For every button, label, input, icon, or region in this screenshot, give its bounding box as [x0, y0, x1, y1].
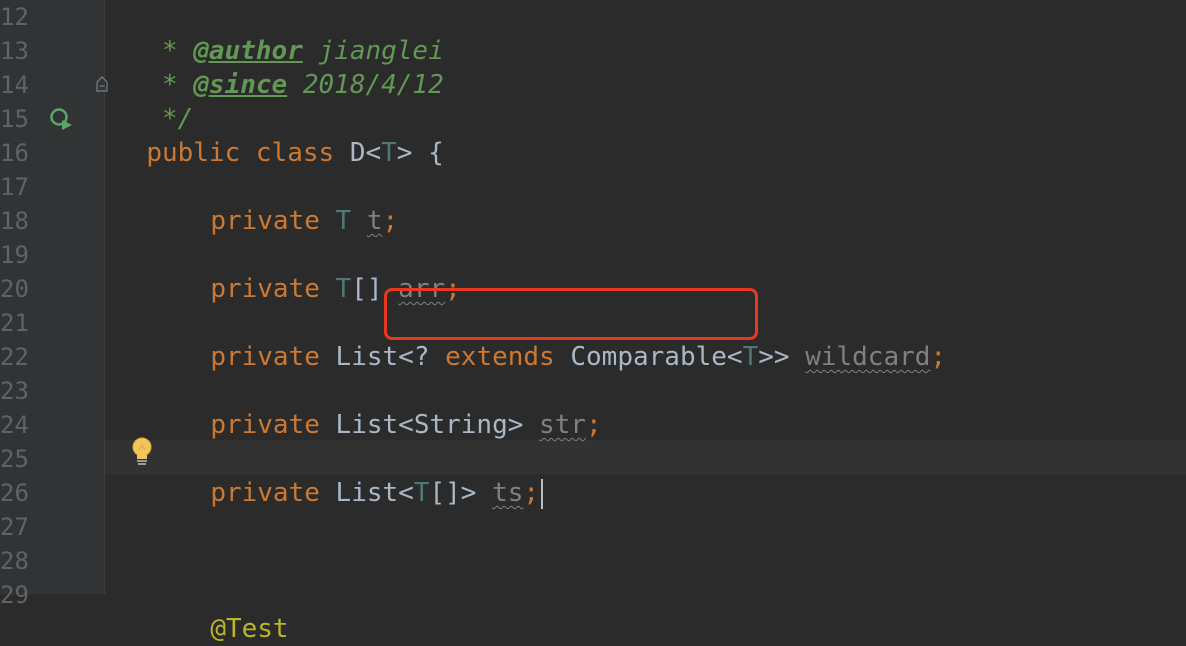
keyword-private: private — [210, 274, 320, 304]
line-number: 22 — [0, 343, 29, 371]
semicolon: ; — [930, 342, 947, 372]
semicolon: ; — [586, 410, 602, 440]
keyword-public: public — [146, 138, 241, 168]
type-param: T — [335, 274, 352, 304]
code-line-17[interactable]: private T t; — [179, 170, 398, 236]
class-name: D< — [349, 138, 382, 168]
keyword-private: private — [210, 410, 320, 440]
type-param: T — [381, 138, 397, 168]
line-number: 26 — [0, 479, 29, 507]
code-line-29[interactable]: @Test — [179, 578, 288, 644]
array-generic-close: []> — [429, 478, 477, 508]
line-number: 25 — [0, 445, 29, 473]
text-caret — [541, 478, 544, 509]
field-name: str — [539, 410, 587, 440]
line-number: 12 — [0, 3, 29, 31]
annotation-test: @Test — [210, 614, 289, 644]
type-param: T — [413, 478, 430, 508]
code-line-15[interactable]: public class D<T> { — [115, 102, 443, 168]
code-line-13[interactable]: * @since 2018/4/12 — [115, 34, 444, 100]
line-number: 17 — [0, 173, 29, 201]
code-line-12[interactable]: * @author jianglei — [115, 0, 444, 66]
line-number: 13 — [0, 37, 29, 65]
code-line-23[interactable]: private List<String> str; — [179, 374, 601, 440]
keyword-private: private — [210, 206, 320, 236]
code-line-19[interactable]: private T[] arr; — [179, 238, 460, 304]
line-number: 24 — [0, 411, 29, 439]
line-number: 14 — [0, 71, 29, 99]
keyword-private: private — [210, 478, 320, 508]
code-line-25[interactable]: private List<T[]> ts; — [179, 442, 544, 509]
line-number: 29 — [0, 581, 29, 609]
type-param: T — [742, 342, 759, 372]
line-number: 19 — [0, 241, 29, 269]
keyword-extends: extends — [445, 342, 555, 372]
fold-icon[interactable] — [96, 76, 108, 92]
line-number: 23 — [0, 377, 29, 405]
code-line-14[interactable]: */ — [115, 68, 193, 134]
javadoc-since-value: 2018/4/12 — [287, 70, 444, 100]
line-number: 18 — [0, 207, 29, 235]
line-number: 15 — [0, 105, 29, 133]
type-param: T — [335, 206, 352, 236]
comparable-type: Comparable< — [570, 342, 743, 372]
lightbulb-icon[interactable] — [130, 436, 154, 468]
list-type: List<String> — [335, 410, 524, 440]
list-type: List< — [335, 478, 414, 508]
keyword-class: class — [255, 138, 335, 168]
line-number: 27 — [0, 513, 29, 541]
generic-close: >> — [758, 342, 790, 372]
field-name: wildcard — [805, 342, 931, 372]
line-number: 16 — [0, 139, 29, 167]
javadoc-since-tag: @since — [193, 70, 288, 100]
wildcard-question: ? — [413, 342, 430, 372]
field-name: t — [366, 206, 383, 236]
semicolon: ; — [523, 478, 540, 508]
keyword-private: private — [210, 342, 320, 372]
wildcard-highlight-box — [384, 288, 758, 340]
list-type: List< — [335, 342, 414, 372]
line-number: 28 — [0, 547, 29, 575]
line-number: 21 — [0, 309, 29, 337]
line-number: 20 — [0, 275, 29, 303]
array-brackets: [] — [351, 274, 383, 304]
field-name: ts — [492, 478, 524, 508]
class-open: > { — [396, 138, 444, 168]
run-gutter-icon[interactable] — [48, 106, 74, 132]
semicolon: ; — [382, 206, 399, 236]
